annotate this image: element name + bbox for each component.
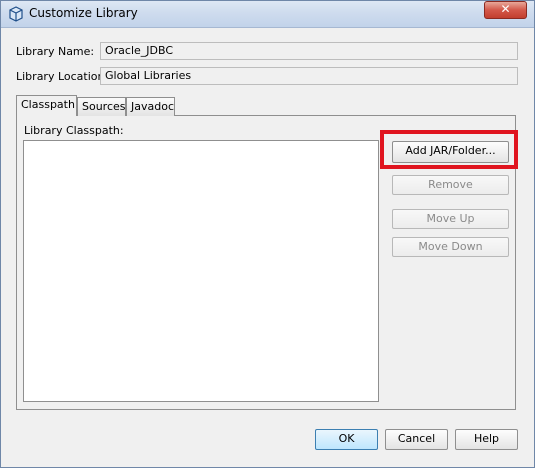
library-classpath-label: Library Classpath: [24, 124, 124, 137]
move-down-button[interactable]: Move Down [392, 237, 509, 257]
move-up-button[interactable]: Move Up [392, 209, 509, 229]
remove-button[interactable]: Remove [392, 175, 509, 195]
library-cube-icon [9, 6, 23, 22]
highlight-annotation [380, 130, 518, 169]
tab-sources[interactable]: Sources [77, 97, 126, 116]
help-button[interactable]: Help [455, 429, 518, 450]
classpath-list[interactable] [23, 140, 379, 402]
tab-javadoc[interactable]: Javadoc [126, 97, 175, 116]
cancel-button[interactable]: Cancel [385, 429, 448, 450]
library-name-field[interactable]: Oracle_JDBC [100, 42, 518, 60]
library-location-label: Library Location: [16, 70, 109, 83]
ok-button[interactable]: OK [315, 429, 378, 450]
close-icon: ✕ [500, 2, 511, 16]
window-title: Customize Library [29, 6, 138, 20]
title-bar[interactable]: Customize Library ✕ [0, 0, 535, 28]
tab-classpath[interactable]: Classpath [16, 95, 77, 116]
library-location-field[interactable]: Global Libraries [100, 67, 518, 85]
close-button[interactable]: ✕ [484, 1, 527, 19]
library-name-label: Library Name: [16, 45, 95, 58]
